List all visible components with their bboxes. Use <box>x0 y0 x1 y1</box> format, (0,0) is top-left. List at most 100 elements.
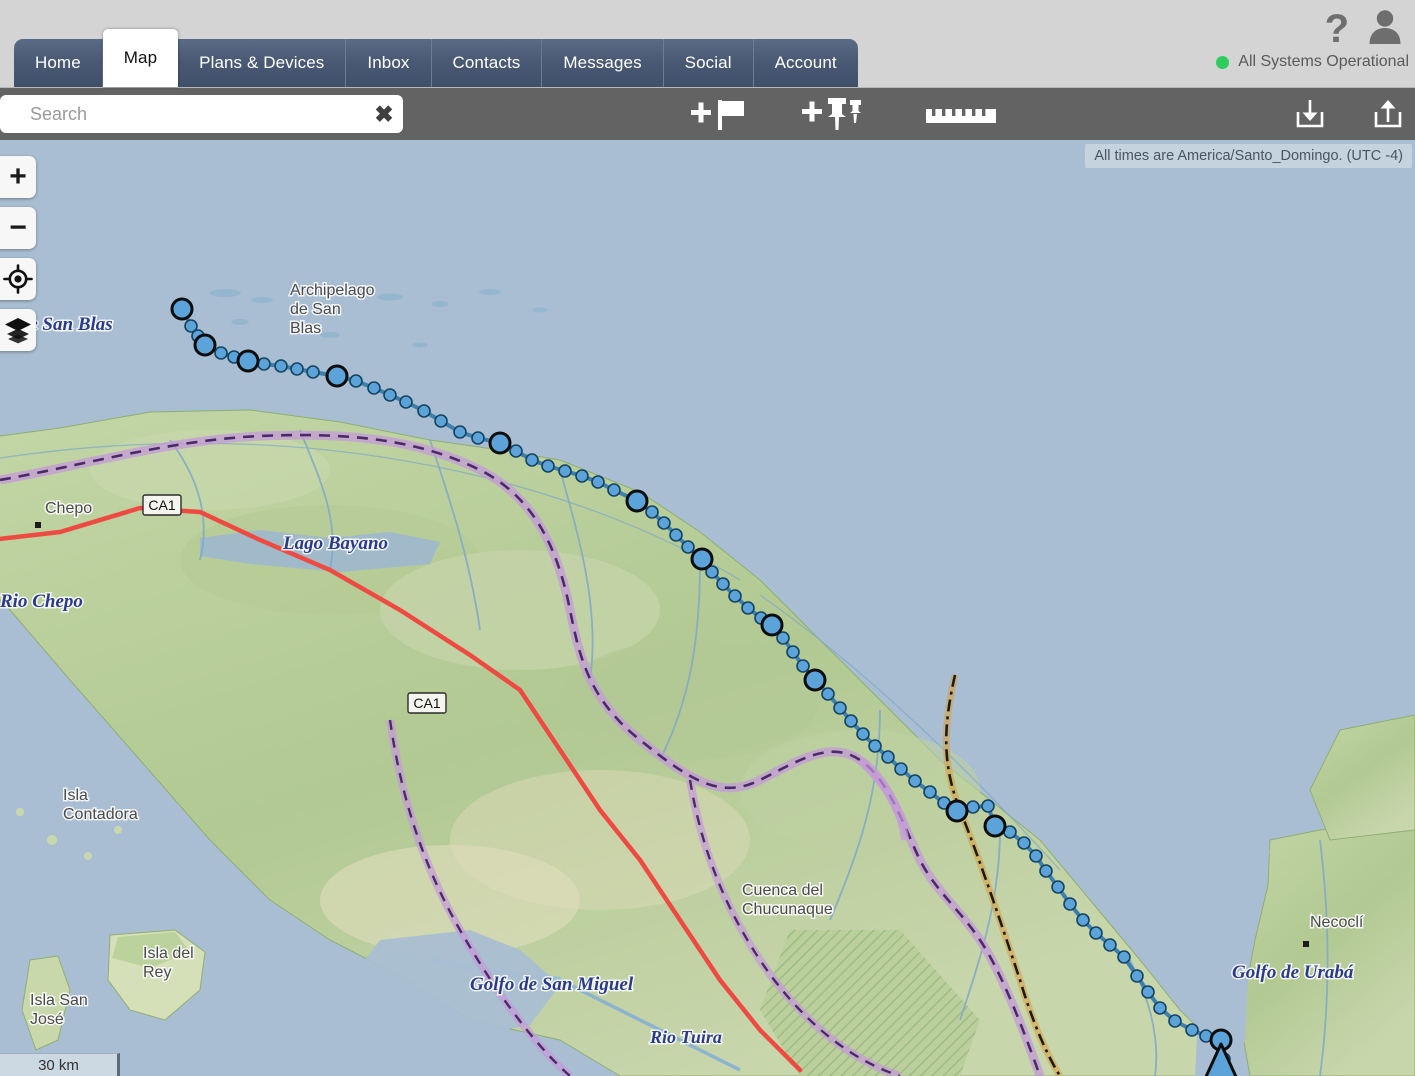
add-route-button[interactable] <box>802 94 874 134</box>
track-point[interactable] <box>1130 969 1144 983</box>
track-waypoint[interactable] <box>760 613 784 637</box>
tab-map[interactable]: Map <box>102 29 179 87</box>
track-point[interactable] <box>1039 864 1053 878</box>
track-point[interactable] <box>908 774 922 788</box>
track-waypoint[interactable] <box>803 668 827 692</box>
track-point[interactable] <box>383 388 397 402</box>
track-waypoint[interactable] <box>625 489 649 513</box>
import-button[interactable] <box>1291 95 1329 133</box>
track-waypoint[interactable] <box>325 364 349 388</box>
tab-label: Plans & Devices <box>199 53 325 72</box>
user-avatar-icon[interactable] <box>1365 6 1405 51</box>
track-point[interactable] <box>981 799 995 813</box>
tab-label: Contacts <box>452 53 521 72</box>
track-point[interactable] <box>274 359 288 373</box>
track-point[interactable] <box>1063 897 1077 911</box>
track-point[interactable] <box>349 374 363 388</box>
search-input[interactable] <box>0 103 365 125</box>
track-point[interactable] <box>1017 836 1031 850</box>
track-point[interactable] <box>434 414 448 428</box>
tab-inbox[interactable]: Inbox <box>346 39 432 87</box>
track-point[interactable] <box>1051 880 1065 894</box>
tab-home[interactable]: Home <box>14 39 103 87</box>
track-point[interactable] <box>716 577 730 591</box>
track-point[interactable] <box>833 701 847 715</box>
track-waypoint[interactable] <box>193 333 217 357</box>
tab-label: Messages <box>563 53 642 72</box>
track-point[interactable] <box>786 645 800 659</box>
track-point[interactable] <box>399 395 413 409</box>
track-point[interactable] <box>1076 913 1090 927</box>
track-point[interactable] <box>525 453 539 467</box>
track-point[interactable] <box>453 425 467 439</box>
track-waypoint[interactable] <box>983 814 1007 838</box>
track-point[interactable] <box>923 785 937 799</box>
tab-label: Social <box>684 53 732 72</box>
track-point[interactable] <box>881 750 895 764</box>
track-waypoint[interactable] <box>488 431 512 455</box>
plus-icon: + <box>9 160 27 193</box>
track-point[interactable] <box>1141 985 1155 999</box>
track-point[interactable] <box>558 464 572 478</box>
track-point[interactable] <box>796 659 810 673</box>
track-point[interactable] <box>1168 1014 1182 1028</box>
zoom-in-button[interactable]: + <box>0 156 36 198</box>
search-clear-icon[interactable]: ✖ <box>365 95 403 133</box>
add-waypoint-button[interactable] <box>690 95 750 133</box>
track-point[interactable] <box>1103 938 1117 952</box>
track-point[interactable] <box>417 404 431 418</box>
track-point[interactable] <box>541 459 555 473</box>
track-point[interactable] <box>257 357 271 371</box>
track-point[interactable] <box>575 469 589 483</box>
track-point[interactable] <box>669 528 683 542</box>
track-point[interactable] <box>645 505 659 519</box>
track-point[interactable] <box>471 431 485 445</box>
track-point[interactable] <box>741 601 755 615</box>
track-point[interactable] <box>367 381 381 395</box>
track-point[interactable] <box>844 714 858 728</box>
tab-social[interactable]: Social <box>663 39 754 87</box>
track-point[interactable] <box>607 483 621 497</box>
tab-contacts[interactable]: Contacts <box>431 39 543 87</box>
track-point[interactable] <box>1117 950 1131 964</box>
measure-distance-button[interactable] <box>926 100 998 128</box>
track-point[interactable] <box>966 800 980 814</box>
track-point[interactable] <box>591 475 605 489</box>
tab-label: Home <box>35 53 81 72</box>
track-point[interactable] <box>728 589 742 603</box>
track-point[interactable] <box>214 346 228 360</box>
highway-shield: CA1 <box>407 692 447 714</box>
tab-account[interactable]: Account <box>753 39 858 87</box>
track-point[interactable] <box>290 362 304 376</box>
system-status: All Systems Operational <box>1216 53 1409 71</box>
track-point[interactable] <box>681 540 695 554</box>
locate-me-button[interactable] <box>0 258 36 300</box>
tab-label: Map <box>123 48 158 67</box>
track-point[interactable] <box>894 762 908 776</box>
track-point[interactable] <box>306 365 320 379</box>
help-icon[interactable]: ? <box>1325 9 1349 49</box>
track-point[interactable] <box>1029 849 1043 863</box>
app-header: Home Map Plans & Devices Inbox Contacts Messa… <box>0 0 1415 88</box>
track-point[interactable] <box>868 739 882 753</box>
track-waypoint[interactable] <box>945 799 969 823</box>
track-point[interactable] <box>509 444 523 458</box>
track-waypoint[interactable] <box>236 349 260 373</box>
tab-messages[interactable]: Messages <box>542 39 664 87</box>
track-point[interactable] <box>821 687 835 701</box>
status-label: All Systems Operational <box>1238 53 1409 70</box>
track-waypoint[interactable] <box>170 297 194 321</box>
track-point[interactable] <box>657 516 671 530</box>
export-button[interactable] <box>1369 95 1407 133</box>
map-canvas[interactable]: CA1 CA1 Archipelago de San Blas go de San Bl… <box>0 140 1415 1076</box>
scale-label: 30 km <box>0 1053 120 1076</box>
track-point[interactable] <box>856 727 870 741</box>
track-waypoint[interactable] <box>690 547 714 571</box>
toolbar-tools <box>690 88 998 140</box>
map-layers-button[interactable] <box>0 309 36 351</box>
zoom-out-button[interactable]: − <box>0 207 36 249</box>
track-point[interactable] <box>1185 1023 1199 1037</box>
track-point[interactable] <box>1153 1001 1167 1015</box>
tab-plans-devices[interactable]: Plans & Devices <box>178 39 347 87</box>
track-point[interactable] <box>1089 926 1103 940</box>
